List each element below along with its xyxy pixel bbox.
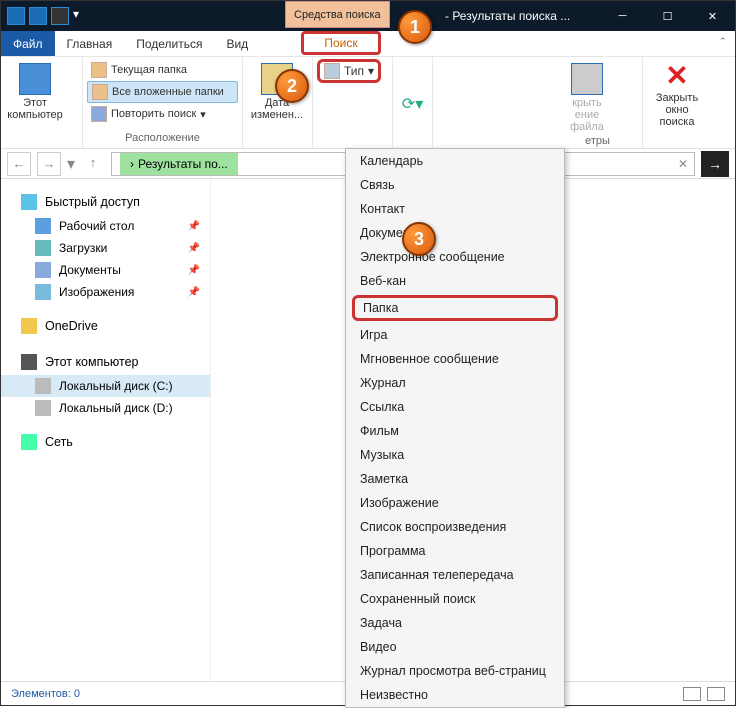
quick-access[interactable]: Быстрый доступ: [1, 189, 210, 215]
qat-btn-2[interactable]: [51, 7, 69, 25]
close-search-button[interactable]: ✕ Закрыть окно поиска: [647, 59, 707, 128]
type-option-программа[interactable]: Программа: [346, 539, 564, 563]
downloads[interactable]: Загрузки📌: [1, 237, 210, 259]
type-option-записанная телепередача[interactable]: Записанная телепередача: [346, 563, 564, 587]
title-bar: ▾ Средства поиска - Результаты поиска ..…: [1, 1, 735, 31]
location-group-label: Расположение: [87, 130, 238, 148]
search-tools-contextual-tab: Средства поиска: [285, 1, 390, 28]
status-text: Элементов: 0: [11, 688, 80, 700]
type-option-ссылка[interactable]: Ссылка: [346, 395, 564, 419]
type-option-неизвестно[interactable]: Неизвестно: [346, 683, 564, 707]
pin-icon: 📌: [188, 287, 200, 298]
type-filter-dropdown: КалендарьСвязьКонтактДокументЭлектронное…: [345, 148, 565, 708]
downloads-icon: [35, 240, 51, 256]
type-option-электронное сообщение[interactable]: Электронное сообщение: [346, 245, 564, 269]
home-tab[interactable]: Главная: [55, 31, 125, 56]
close-button[interactable]: ✕: [690, 1, 735, 31]
type-option-изображение[interactable]: Изображение: [346, 491, 564, 515]
drive-icon: [35, 400, 51, 416]
maximize-button[interactable]: ☐: [645, 1, 690, 31]
callout-2: 2: [275, 69, 309, 103]
pin-icon: 📌: [188, 221, 200, 232]
type-option-календарь[interactable]: Календарь: [346, 149, 564, 173]
type-option-папка[interactable]: Папка: [352, 295, 558, 321]
callout-1: 1: [398, 10, 432, 44]
type-option-связь[interactable]: Связь: [346, 173, 564, 197]
window-title: - Результаты поиска ...: [445, 9, 570, 23]
type-option-контакт[interactable]: Контакт: [346, 197, 564, 221]
type-option-задача[interactable]: Задача: [346, 611, 564, 635]
folder-open-icon: [571, 63, 603, 95]
ribbon: Этот компьютер Текущая папка Все вложенн…: [1, 57, 735, 149]
type-option-журнал просмотра веб-страниц[interactable]: Журнал просмотра веб-страниц: [346, 659, 564, 683]
type-option-журнал[interactable]: Журнал: [346, 371, 564, 395]
forward-button[interactable]: →: [37, 152, 61, 176]
document-icon: [324, 63, 340, 79]
type-option-список воспроизведения[interactable]: Список воспроизведения: [346, 515, 564, 539]
share-tab[interactable]: Поделиться: [124, 31, 214, 56]
pc-icon: [21, 354, 37, 370]
onedrive-icon: [21, 318, 37, 334]
current-folder-option[interactable]: Текущая папка: [87, 59, 238, 81]
star-icon: [21, 194, 37, 210]
network[interactable]: Сеть: [1, 429, 210, 455]
computer-icon: [19, 63, 51, 95]
this-pc[interactable]: Этот компьютер: [1, 349, 210, 375]
open-file-location-button[interactable]: крыть ение файла: [557, 59, 617, 133]
network-icon: [21, 434, 37, 450]
documents-icon: [35, 262, 51, 278]
drive-c[interactable]: Локальный диск (C:): [1, 375, 210, 397]
this-computer-button[interactable]: Этот компьютер: [5, 59, 65, 121]
type-option-музыка[interactable]: Музыка: [346, 443, 564, 467]
type-option-веб-кан[interactable]: Веб-кан: [346, 269, 564, 293]
ribbon-collapse[interactable]: ˆ: [721, 35, 725, 50]
up-button[interactable]: ↑: [81, 152, 105, 176]
breadcrumb-segment[interactable]: › Результаты по...: [120, 153, 238, 175]
pin-icon: 📌: [188, 243, 200, 254]
type-option-игра[interactable]: Игра: [346, 323, 564, 347]
search-go-button[interactable]: →: [701, 151, 729, 177]
type-option-сохраненный поиск[interactable]: Сохраненный поиск: [346, 587, 564, 611]
quick-access-toolbar: ▾: [1, 7, 87, 25]
type-option-документ[interactable]: Документ: [346, 221, 564, 245]
refresh-icon[interactable]: ⟳▾: [402, 94, 423, 114]
onedrive[interactable]: OneDrive: [1, 313, 210, 339]
pin-icon: 📌: [188, 265, 200, 276]
callout-3: 3: [402, 222, 436, 256]
back-button[interactable]: ←: [7, 152, 31, 176]
search-icon: [91, 106, 107, 122]
view-details-button[interactable]: [683, 687, 701, 701]
menu-bar: Файл Главная Поделиться Вид Поиск ˆ: [1, 31, 735, 57]
navigation-pane: Быстрый доступ Рабочий стол📌 Загрузки📌 Д…: [1, 179, 211, 681]
view-tab[interactable]: Вид: [214, 31, 260, 56]
qat-dropdown[interactable]: ▾: [73, 7, 81, 25]
file-menu[interactable]: Файл: [1, 31, 55, 56]
explorer-icon: [7, 7, 25, 25]
view-large-button[interactable]: [707, 687, 725, 701]
pictures-icon: [35, 284, 51, 300]
documents[interactable]: Документы📌: [1, 259, 210, 281]
desktop-icon: [35, 218, 51, 234]
history-dropdown[interactable]: ▾: [67, 154, 75, 174]
repeat-search-option[interactable]: Повторить поиск▾: [87, 103, 238, 125]
qat-btn-1[interactable]: [29, 7, 47, 25]
type-option-видео[interactable]: Видео: [346, 635, 564, 659]
type-option-мгновенное сообщение[interactable]: Мгновенное сообщение: [346, 347, 564, 371]
drive-d[interactable]: Локальный диск (D:): [1, 397, 210, 419]
minimize-button[interactable]: ─: [600, 1, 645, 31]
close-x-icon: ✕: [647, 59, 707, 92]
type-option-фильм[interactable]: Фильм: [346, 419, 564, 443]
drive-icon: [35, 378, 51, 394]
desktop[interactable]: Рабочий стол📌: [1, 215, 210, 237]
type-option-заметка[interactable]: Заметка: [346, 467, 564, 491]
folder-icon: [91, 62, 107, 78]
folder-icon: [92, 84, 108, 100]
pictures[interactable]: Изображения📌: [1, 281, 210, 303]
all-subfolders-option[interactable]: Все вложенные папки: [87, 81, 238, 103]
search-tab[interactable]: Поиск: [301, 31, 381, 55]
type-filter-button[interactable]: Тип▾: [317, 59, 381, 83]
